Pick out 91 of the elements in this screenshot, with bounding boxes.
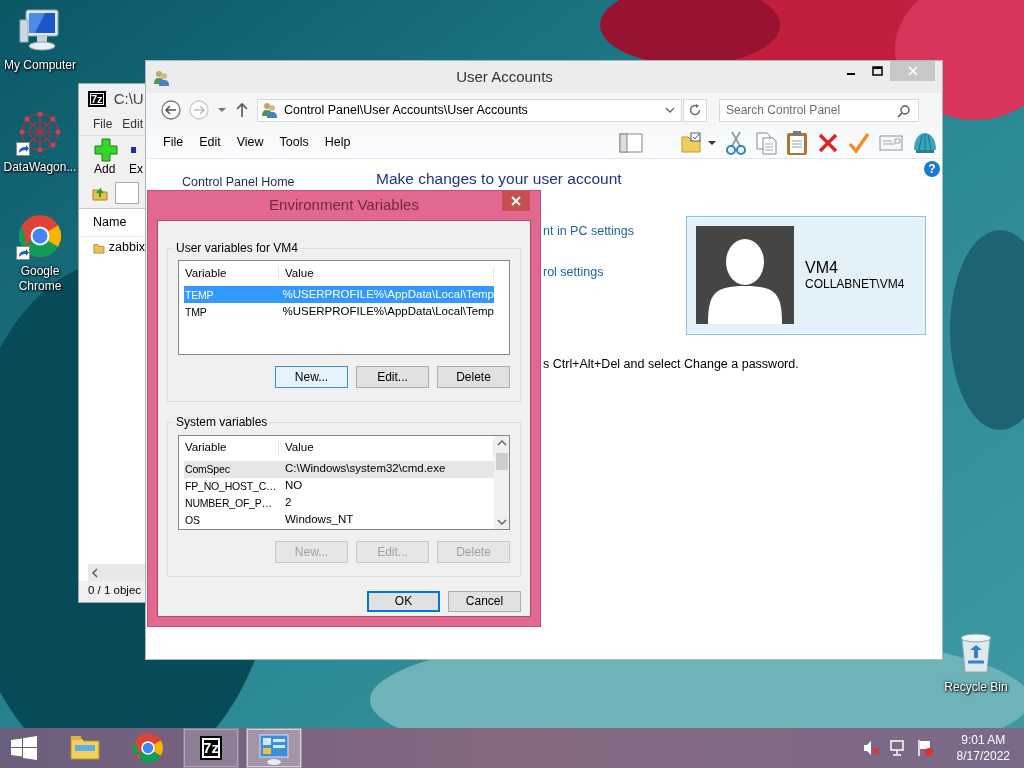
group-label: System variables: [174, 415, 270, 430]
toolbar-button[interactable]: Ex: [129, 137, 143, 176]
variable-value: 2: [285, 496, 292, 511]
variable-value: C:\Windows\system32\cmd.exe: [285, 462, 446, 477]
clipboard-icon[interactable]: [786, 129, 808, 156]
variable-name: TEMP: [184, 288, 215, 302]
minimize-icon: [847, 73, 855, 75]
path-field[interactable]: [115, 182, 139, 204]
menu-item[interactable]: File: [93, 117, 113, 132]
variable-name: OS: [184, 513, 201, 527]
browser-icon: [131, 731, 165, 765]
avatar-icon: [696, 226, 794, 325]
dialog-button[interactable]: OK: [367, 590, 440, 612]
dialog-title: Environment Variables: [269, 196, 419, 215]
menu-item[interactable]: Help: [316, 135, 359, 150]
menu-item[interactable]: Edit: [122, 117, 144, 132]
column-header: Variable: [179, 266, 279, 281]
app-logo: 7z: [88, 91, 106, 107]
variable-name: FP_NO_HOST_C…: [184, 479, 278, 493]
users-icon: [153, 69, 171, 87]
variable-name: ComSpec: [184, 462, 231, 476]
taskbar-button[interactable]: [246, 728, 302, 768]
variable-value: NO: [285, 479, 303, 494]
search-icon: [897, 103, 911, 118]
shell-icon[interactable]: [912, 130, 938, 155]
variable-value: Windows_NT: [285, 513, 354, 528]
copy-icon[interactable]: [755, 130, 777, 155]
pane-icon[interactable]: [619, 131, 643, 154]
icon-label[interactable]: DataWagon...: [3, 160, 77, 175]
dialog-button[interactable]: Cancel: [448, 590, 521, 612]
column-header: Value: [279, 266, 494, 281]
address-bar[interactable]: Control Panel\User Accounts\User Accounts: [257, 98, 682, 122]
windows-logo-icon: [10, 736, 38, 760]
muted-speaker-icon[interactable]: [861, 739, 880, 757]
variable-name: TMP: [184, 305, 208, 319]
dialog-button[interactable]: New...: [275, 366, 348, 389]
variable-value: %USERPROFILE%\AppData\Local\Temp: [282, 304, 494, 319]
settings-link[interactable]: nt in PC settings: [543, 223, 686, 239]
menu-item[interactable]: Tools: [271, 135, 317, 150]
scroll-thumb[interactable]: [495, 452, 508, 470]
x-mark-icon[interactable]: [817, 131, 839, 154]
taskbar-button[interactable]: 7z: [183, 728, 239, 768]
page-heading: Make changes to your user account: [376, 170, 623, 189]
plus-icon: [94, 137, 118, 162]
nav-link[interactable]: Control Panel Home: [182, 175, 376, 190]
refresh-icon: [688, 103, 702, 117]
close-icon: [511, 196, 521, 206]
variable-value: %USERPROFILE%\AppData\Local\Temp: [282, 287, 494, 302]
dialog-button[interactable]: Edit...: [356, 366, 429, 389]
network-icon[interactable]: [888, 739, 907, 757]
maximize-icon: [871, 66, 883, 76]
search-field[interactable]: Search Control Panel: [719, 98, 919, 122]
menu-item[interactable]: View: [228, 135, 272, 150]
toolbar-button[interactable]: Add: [94, 137, 118, 176]
menu-item[interactable]: Edit: [191, 135, 229, 150]
clock-date[interactable]: 8/17/2022: [956, 748, 1010, 764]
dialog-button[interactable]: Delete: [437, 366, 510, 389]
account-domain: COLLABNET\VM4: [805, 277, 905, 292]
window-title: C:\U: [113, 90, 144, 108]
icon-label[interactable]: My Computer: [4, 58, 76, 73]
users-icon: [261, 101, 279, 119]
clock-time[interactable]: 9:01 AM: [956, 732, 1010, 748]
scissors-icon[interactable]: [726, 130, 746, 155]
browser-icon[interactable]: [16, 212, 64, 260]
extract-icon: [131, 146, 136, 153]
back-icon[interactable]: [161, 100, 181, 120]
account-name: VM4: [805, 258, 839, 278]
refresh-button[interactable]: [683, 98, 707, 122]
up-arrow-icon[interactable]: [235, 102, 249, 118]
help-button[interactable]: ?: [924, 161, 940, 177]
flag-icon[interactable]: [915, 739, 934, 757]
close-icon: [907, 66, 918, 76]
list-row[interactable]: NUMBER_OF_P… 2: [184, 494, 494, 512]
file-name[interactable]: zabbix: [108, 240, 145, 255]
menu-item[interactable]: File: [155, 135, 192, 150]
icon-label[interactable]: Google Chrome: [0, 264, 80, 294]
close-button[interactable]: [502, 191, 530, 211]
control-panel-icon: [257, 731, 291, 765]
scrollbar[interactable]: [494, 435, 509, 529]
window-title: User Accounts: [455, 68, 554, 86]
status-text: 0 / 1 objec: [87, 583, 143, 599]
password-note: s Ctrl+Alt+Del and select Change a password.: [543, 356, 800, 372]
list-row[interactable]: FP_NO_HOST_C… NO: [184, 477, 494, 495]
list-row[interactable]: OS Windows_NT: [184, 511, 494, 529]
check-icon[interactable]: [848, 131, 870, 154]
settings-link[interactable]: rol settings: [543, 264, 686, 280]
variable-name: NUMBER_OF_P…: [184, 496, 273, 510]
app-logo: 7z: [200, 736, 222, 760]
list-row[interactable]: TMP %USERPROFILE%\AppData\Local\Temp: [184, 303, 494, 321]
list-row[interactable]: ComSpec C:\Windows\system32\cmd.exe: [184, 460, 494, 478]
column-header: Variable: [179, 441, 279, 456]
